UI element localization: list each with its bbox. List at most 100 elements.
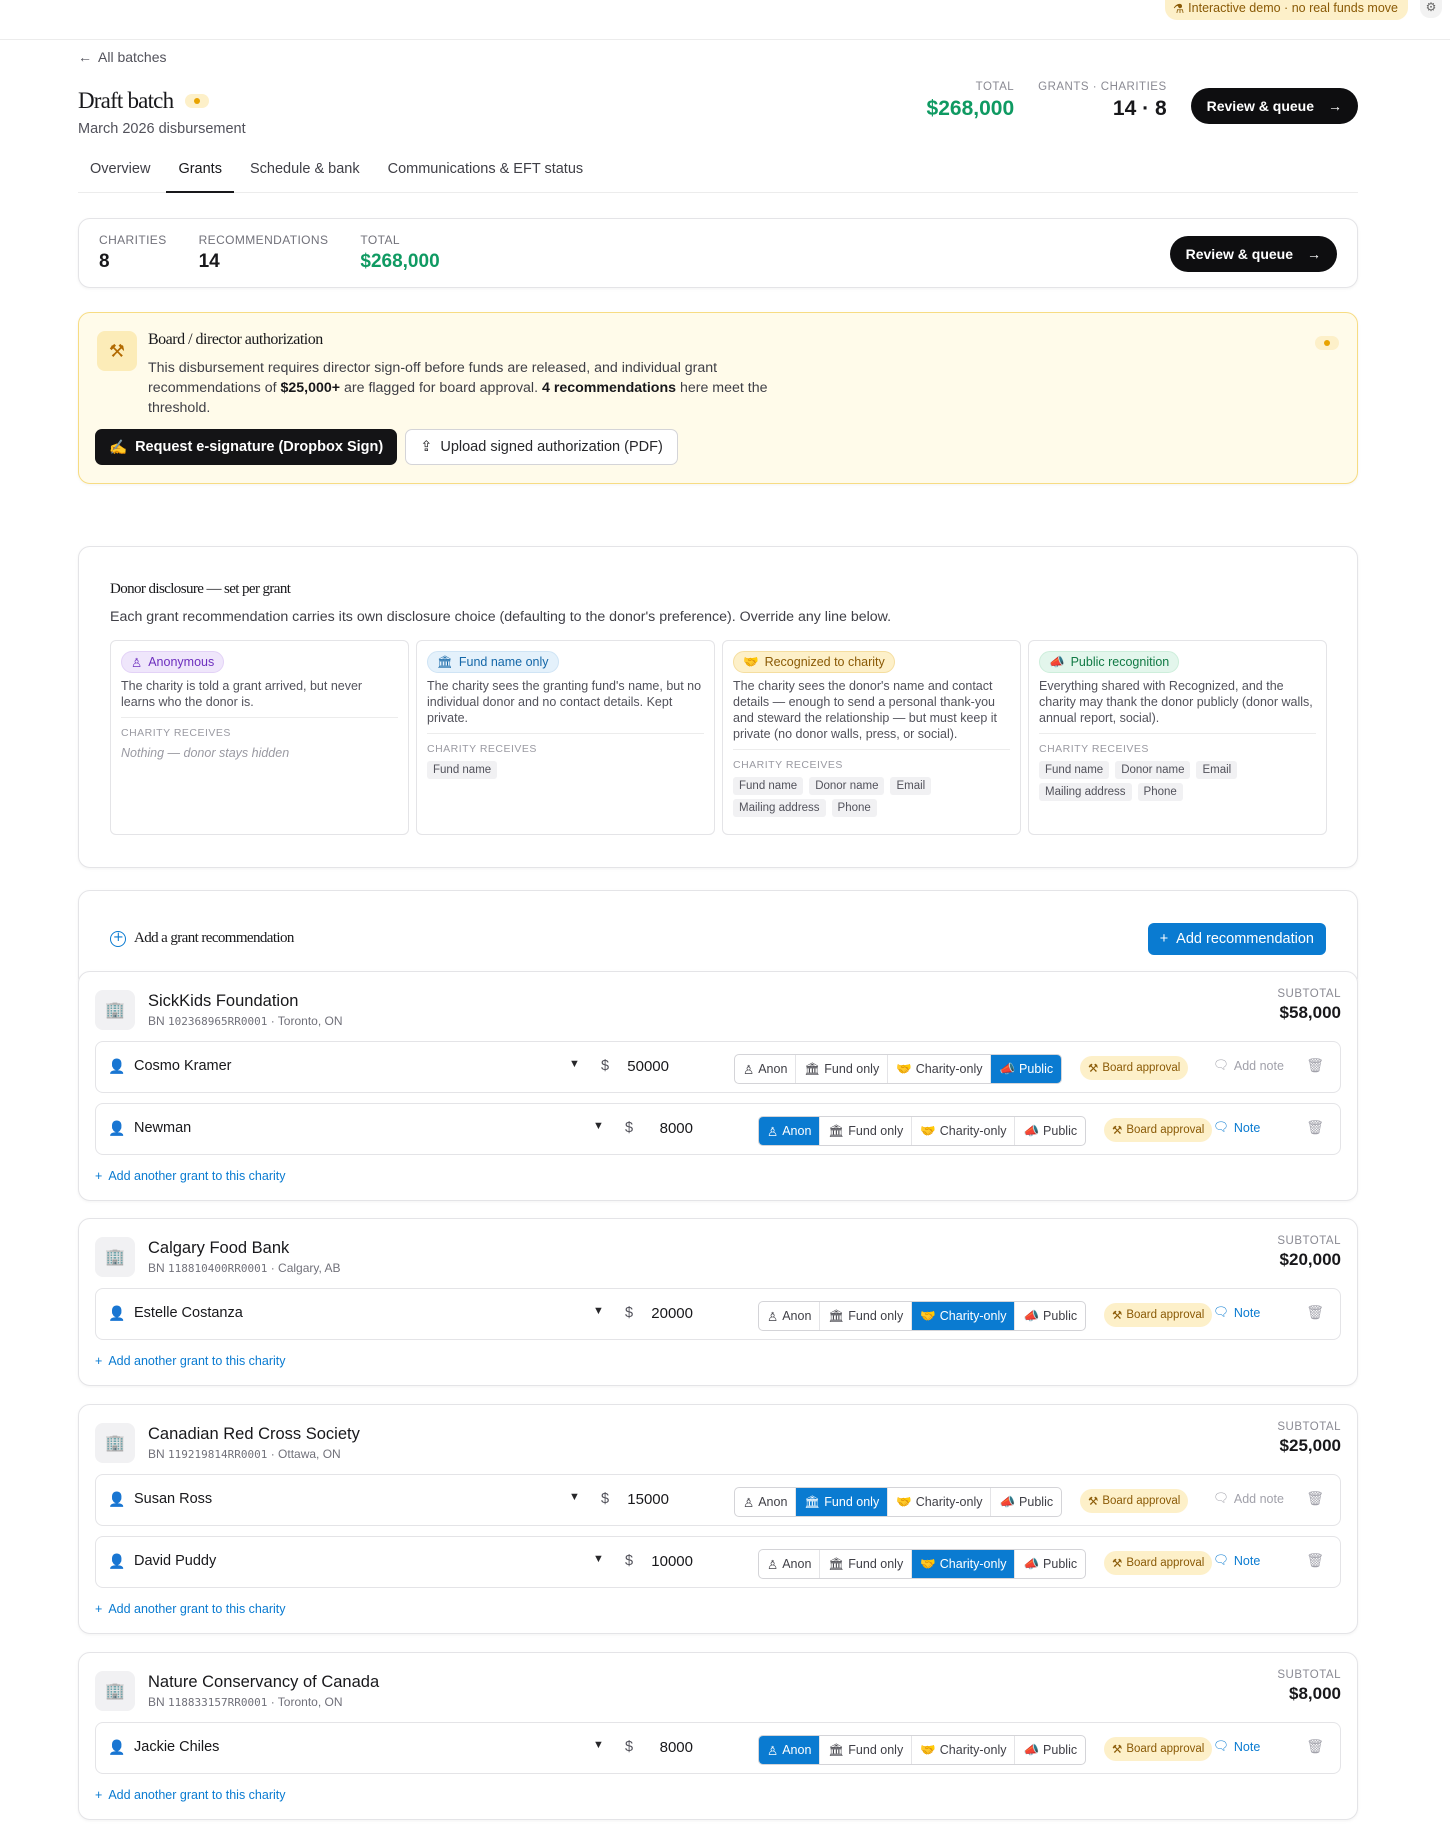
summary-total-value: $268,000 xyxy=(360,251,440,272)
chevron-down-icon[interactable]: ▼ xyxy=(593,1739,604,1751)
request-esignature-button[interactable]: ✍ Request e-signature (Dropbox Sign) xyxy=(95,429,398,465)
disclosure-option-fund-only[interactable]: 🏛 Fund only xyxy=(796,1055,889,1083)
subtotal-value: $58,000 xyxy=(1279,1003,1341,1022)
note-label: Add note xyxy=(1233,1491,1284,1506)
add-recommendation-title-text: Add a grant recommendation xyxy=(134,930,294,946)
disclosure-option-anon[interactable]: ♙ Anon xyxy=(759,1117,821,1145)
bn-number: 102368965RR0001 xyxy=(168,1015,268,1028)
charity-name: Calgary Food Bank xyxy=(148,1239,290,1257)
bn-number: 118833157RR0001 xyxy=(168,1696,268,1709)
add-another-grant-link[interactable]: + Add another grant to this charity xyxy=(95,1354,286,1368)
anon-icon: ♙ xyxy=(767,1309,779,1324)
grant-amount-input[interactable]: 15000 xyxy=(599,1491,669,1508)
disclosure-option-charity-only[interactable]: 🤝 Charity-only xyxy=(912,1302,1016,1330)
disclosure-option-public[interactable]: 📣 Public xyxy=(991,1488,1061,1516)
trash-icon[interactable]: 🗑 xyxy=(1306,1304,1324,1321)
charity-name: SickKids Foundation xyxy=(148,992,299,1010)
public-description: Everything shared with Recognized, and t… xyxy=(1039,678,1316,734)
donor-name[interactable]: Susan Ross xyxy=(134,1491,212,1507)
summary-charities-value: 8 xyxy=(99,251,110,272)
note-button[interactable]: 🗨 Note xyxy=(1213,1120,1260,1135)
chevron-down-icon[interactable]: ▼ xyxy=(569,1058,580,1070)
disclosure-option-charity-only[interactable]: 🤝 Charity-only xyxy=(888,1055,992,1083)
summary-total: TOTAL $268,000 xyxy=(360,233,439,273)
disclosure-option-anon[interactable]: ♙ Anon xyxy=(735,1055,797,1083)
charity-card: 🏢 Calgary Food Bank BN 118810400RR0001 · C… xyxy=(78,1218,1358,1386)
summary-review-queue-button[interactable]: Review & queue → xyxy=(1169,236,1337,272)
note-button[interactable]: 🗨 Note xyxy=(1213,1739,1260,1754)
disclosure-option-fund-only[interactable]: 🏛 Fund only xyxy=(820,1736,913,1764)
grant-row: 👤 Susan Ross ▼ $15000 ♙ Anon 🏛 Fund only 🤝 Charit… xyxy=(95,1474,1341,1526)
bn-label: BN xyxy=(148,1014,169,1028)
disclosure-selector: ♙ Anon 🏛 Fund only 🤝 Charity-only 📣 Public xyxy=(758,1549,1087,1579)
option-label: Anon xyxy=(782,1557,812,1571)
trash-icon[interactable]: 🗑 xyxy=(1306,1057,1324,1074)
disclosure-option-public[interactable]: 📣 Public xyxy=(1015,1117,1085,1145)
disclosure-option-charity-only[interactable]: 🤝 Charity-only xyxy=(912,1736,1016,1764)
arrow-left-icon: ← xyxy=(78,49,92,65)
donor-name[interactable]: David Puddy xyxy=(134,1553,216,1569)
trash-icon[interactable]: 🗑 xyxy=(1306,1738,1324,1755)
trash-icon[interactable]: 🗑 xyxy=(1306,1552,1324,1569)
donor-name[interactable]: Jackie Chiles xyxy=(134,1739,219,1755)
chevron-down-icon[interactable]: ▼ xyxy=(593,1305,604,1317)
chevron-down-icon[interactable]: ▼ xyxy=(593,1553,604,1565)
disclosure-option-public[interactable]: 📣 Public xyxy=(1015,1550,1085,1578)
disclosure-option-charity-only[interactable]: 🤝 Charity-only xyxy=(888,1488,992,1516)
tab-grants[interactable]: Grants xyxy=(166,155,234,193)
note-button[interactable]: 🗨 Note xyxy=(1213,1553,1260,1568)
option-label: Charity-only xyxy=(939,1309,1007,1323)
grant-amount-input[interactable]: 50000 xyxy=(599,1058,669,1075)
disclosure-option-public[interactable]: 📣 Public xyxy=(1015,1736,1085,1764)
disclosure-option-charity-only[interactable]: 🤝 Charity-only xyxy=(912,1550,1016,1578)
note-label: Note xyxy=(1233,1120,1261,1135)
review-queue-button[interactable]: Review & queue → xyxy=(1190,88,1358,124)
plus-icon: + xyxy=(95,1169,103,1183)
add-another-grant-link[interactable]: + Add another grant to this charity xyxy=(95,1788,286,1802)
tab-overview[interactable]: Overview xyxy=(78,155,162,193)
charity-card: 🏢 Nature Conservancy of Canada BN 11883315… xyxy=(78,1652,1358,1820)
note-button[interactable]: 🗨 Add note xyxy=(1213,1058,1284,1073)
comment-icon: 🗨 xyxy=(1213,1553,1229,1567)
person-icon: 👤 xyxy=(108,1058,126,1074)
tab-communications[interactable]: Communications & EFT status xyxy=(376,155,596,193)
add-another-grant-link[interactable]: + Add another grant to this charity xyxy=(95,1169,286,1183)
disclosure-option-anon[interactable]: ♙ Anon xyxy=(735,1488,797,1516)
disclosure-option-public[interactable]: 📣 Public xyxy=(1015,1302,1085,1330)
disclosure-option-anon[interactable]: ♙ Anon xyxy=(759,1736,821,1764)
tab-bar: Overview Grants Schedule & bank Communic… xyxy=(78,155,1358,193)
back-link[interactable]: ← All batches xyxy=(78,49,166,65)
grant-amount-input[interactable]: 8000 xyxy=(623,1120,693,1137)
chevron-down-icon[interactable]: ▼ xyxy=(593,1120,604,1132)
donor-name[interactable]: Newman xyxy=(134,1120,191,1136)
disclosure-option-fund-only[interactable]: 🏛 Fund only xyxy=(820,1117,913,1145)
anon-icon: ♙ xyxy=(767,1743,779,1758)
chevron-down-icon[interactable]: ▼ xyxy=(569,1491,580,1503)
trash-icon[interactable]: 🗑 xyxy=(1306,1490,1324,1507)
option-label: Fund only xyxy=(848,1743,904,1757)
disclosure-option-anon[interactable]: ♙ Anon xyxy=(759,1302,821,1330)
donor-name[interactable]: Estelle Costanza xyxy=(134,1305,243,1321)
charity-subtotal: SUBTOTAL $58,000 xyxy=(1277,988,1341,1023)
disclosure-option-public[interactable]: 📣 Public xyxy=(991,1055,1062,1083)
note-button[interactable]: 🗨 Add note xyxy=(1213,1491,1284,1506)
note-button[interactable]: 🗨 Note xyxy=(1213,1305,1260,1320)
trash-icon[interactable]: 🗑 xyxy=(1306,1119,1324,1136)
disclosure-option-fund-only[interactable]: 🏛 Fund only xyxy=(820,1550,913,1578)
board-approval-badge: ⚒ Board approval xyxy=(1080,1489,1189,1513)
add-recommendation-button[interactable]: + Add recommendation xyxy=(1147,923,1326,955)
disclosure-option-charity-only[interactable]: 🤝 Charity-only xyxy=(912,1117,1016,1145)
disclosure-option-fund-only[interactable]: 🏛 Fund only xyxy=(796,1488,889,1516)
grant-amount-input[interactable]: 20000 xyxy=(623,1305,693,1322)
grant-amount-input[interactable]: 8000 xyxy=(623,1739,693,1756)
tab-schedule-bank[interactable]: Schedule & bank xyxy=(238,155,372,193)
disclosure-option-anon[interactable]: ♙ Anon xyxy=(759,1550,821,1578)
gavel-icon: ⚒ xyxy=(1112,1558,1123,1570)
gear-icon[interactable]: ⚙ xyxy=(1420,0,1442,18)
add-another-grant-link[interactable]: + Add another grant to this charity xyxy=(95,1602,286,1616)
disclosure-option-fund-only[interactable]: 🏛 Fund only xyxy=(820,1302,913,1330)
gavel-icon: ⚒ xyxy=(1112,1744,1123,1756)
upload-authorization-button[interactable]: ⇪ Upload signed authorization (PDF) xyxy=(405,429,678,465)
donor-name[interactable]: Cosmo Kramer xyxy=(134,1058,232,1074)
grant-amount-input[interactable]: 10000 xyxy=(623,1553,693,1570)
